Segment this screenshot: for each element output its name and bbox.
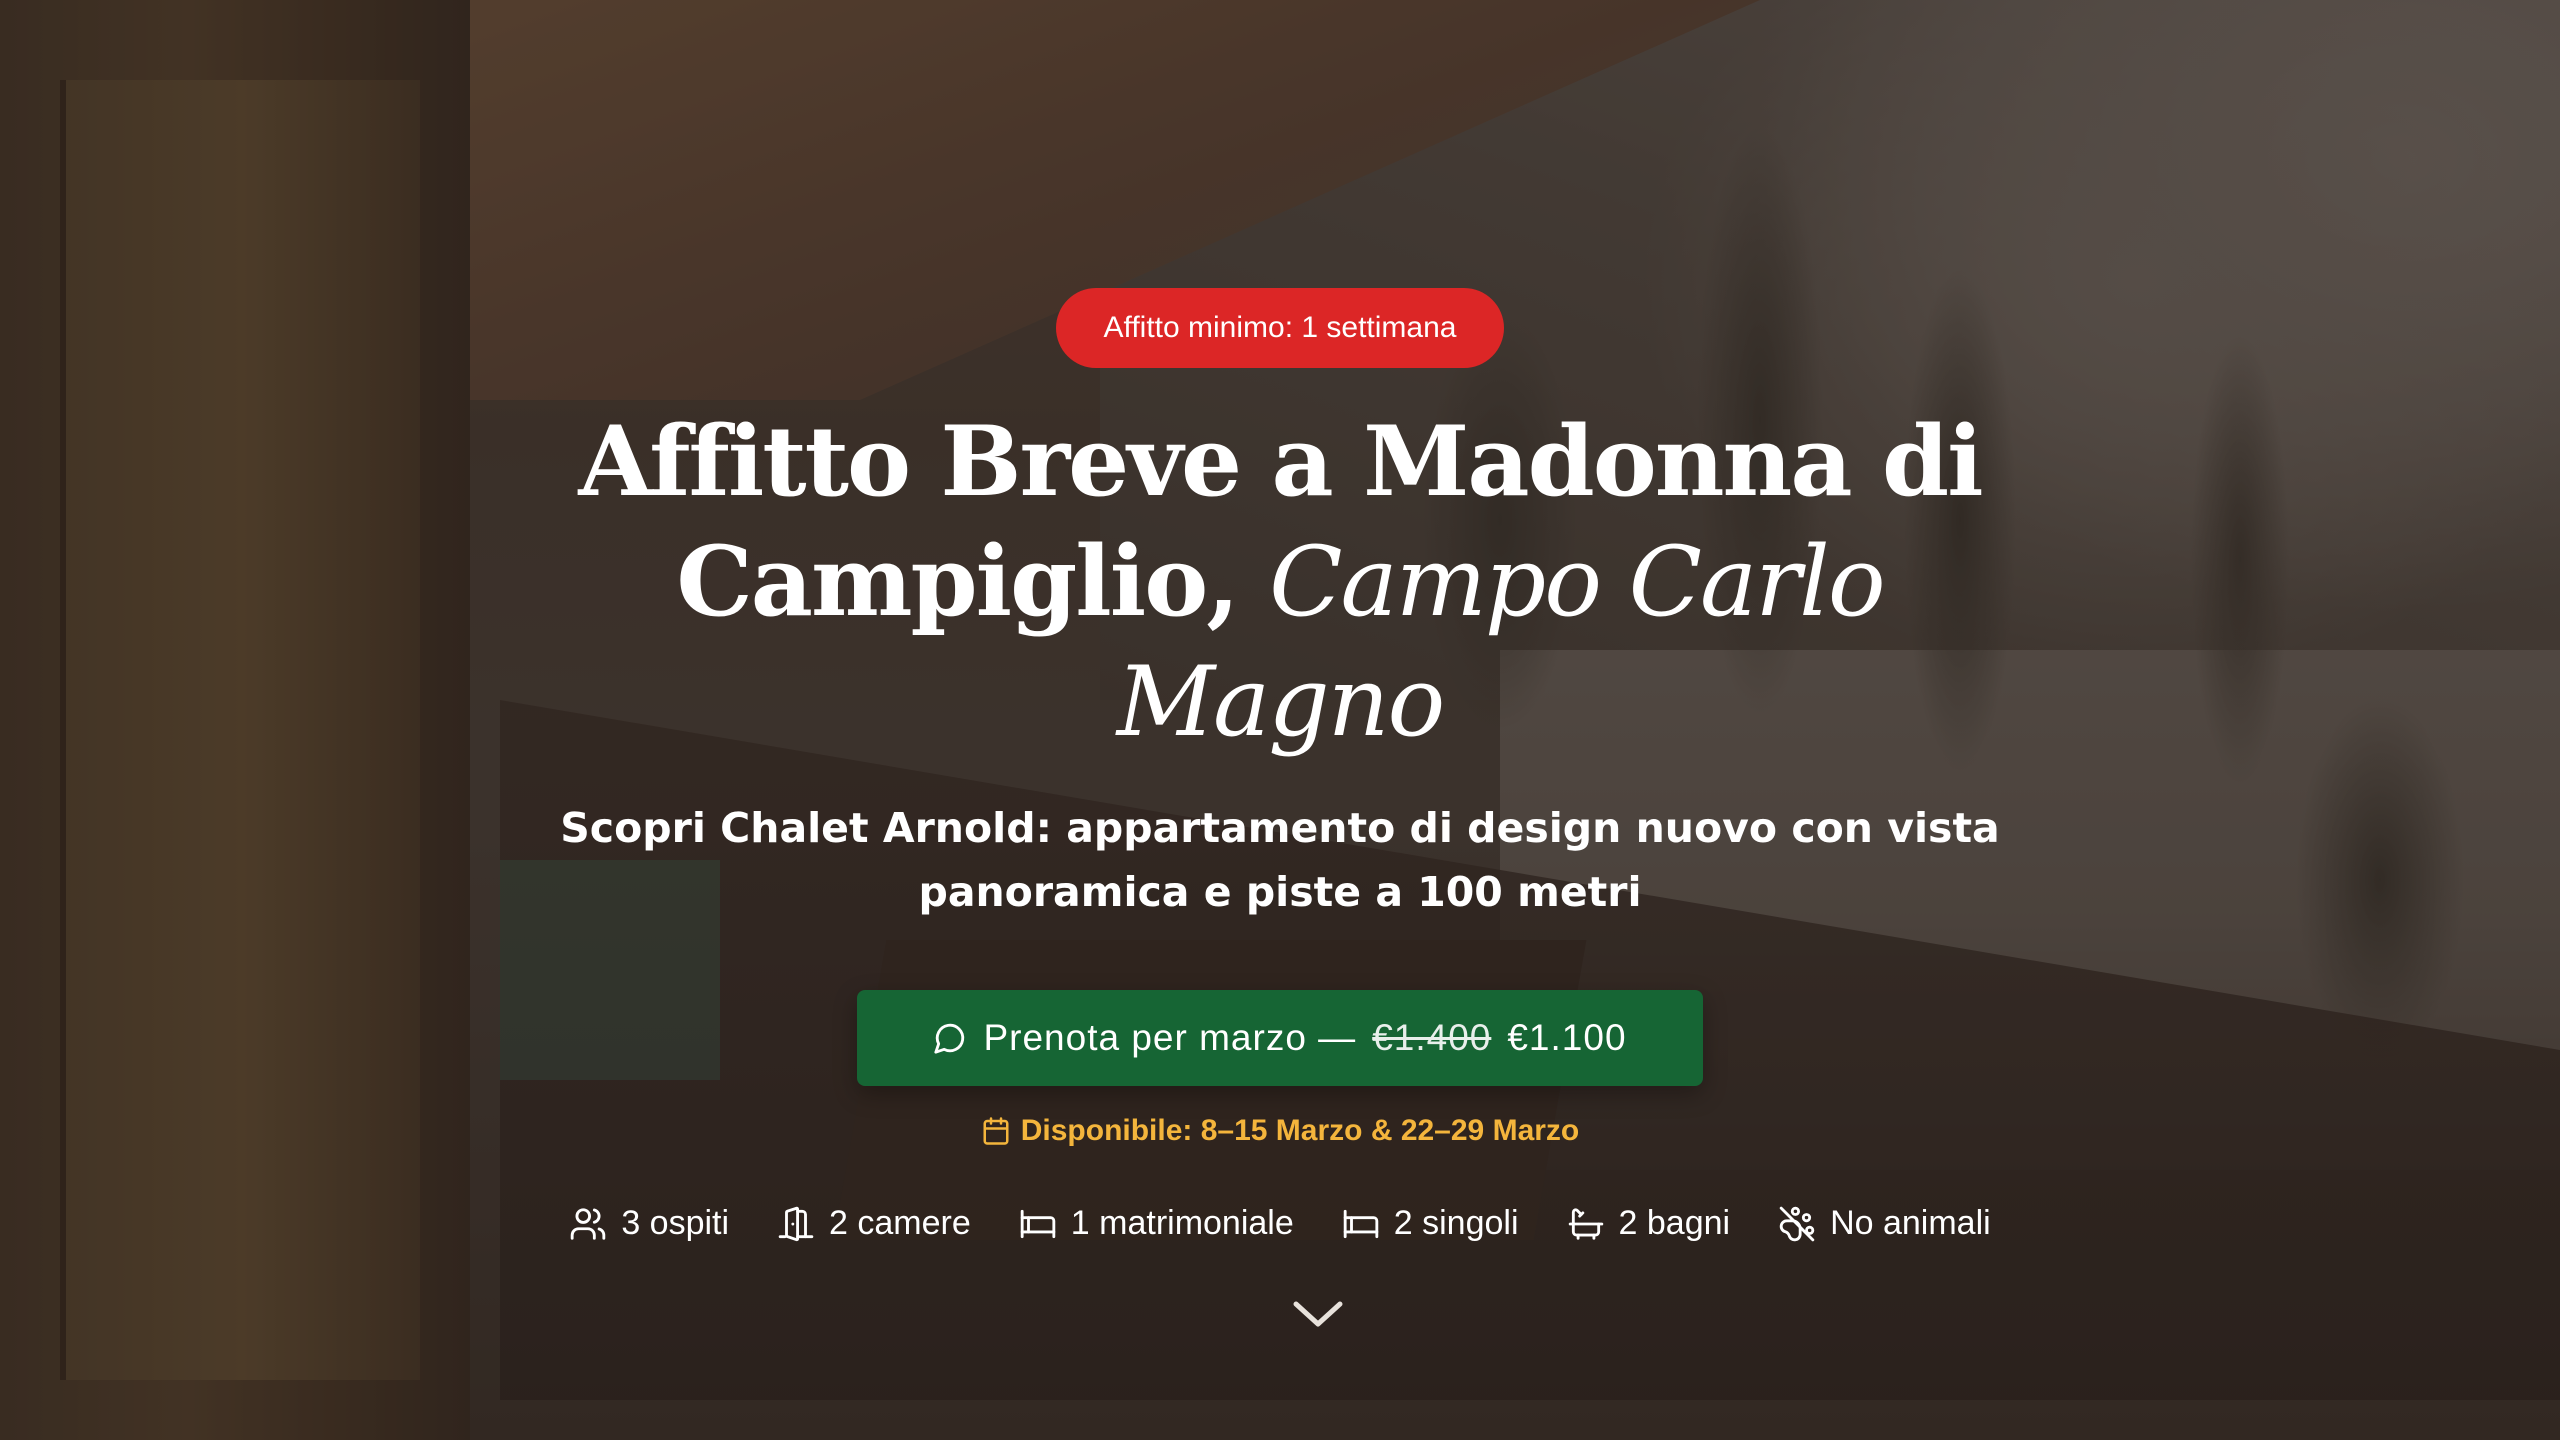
features-list: 3 ospiti 2 camere 1 matrimoniale 2 singo… xyxy=(569,1204,1991,1243)
book-march-button[interactable]: Prenota per marzo — €1.400 €1.100 xyxy=(857,990,1703,1086)
feature-no-pets: No animali xyxy=(1778,1204,1991,1243)
bath-icon xyxy=(1567,1205,1605,1243)
cta-new-price: €1.100 xyxy=(1507,1017,1627,1058)
availability-info: Disponibile: 8–15 Marzo & 22–29 Marzo xyxy=(981,1114,1580,1148)
page-subtitle: Scopri Chalet Arnold: appartamento di de… xyxy=(560,804,2000,916)
feature-single-beds: 2 singoli xyxy=(1342,1204,1519,1243)
cta-old-price: €1.400 xyxy=(1372,1017,1492,1058)
door-icon xyxy=(777,1205,815,1243)
feature-rooms-label: 2 camere xyxy=(829,1204,971,1242)
minimum-stay-badge: Affitto minimo: 1 settimana xyxy=(1055,288,1505,368)
feature-rooms: 2 camere xyxy=(777,1204,971,1243)
feature-double-bed: 1 matrimoniale xyxy=(1019,1204,1294,1243)
feature-bathrooms: 2 bagni xyxy=(1567,1204,1731,1243)
hero-section: Affitto minimo: 1 settimana Affitto Brev… xyxy=(0,0,2560,1440)
feature-no-pets-label: No animali xyxy=(1830,1204,1991,1242)
feature-guests-label: 3 ospiti xyxy=(621,1204,730,1242)
no-pets-icon xyxy=(1778,1205,1816,1243)
cta-label: Prenota per marzo — xyxy=(983,1017,1357,1058)
page-title: Affitto Breve a Madonna di Campiglio, Ca… xyxy=(530,402,2030,762)
calendar-icon xyxy=(981,1116,1011,1146)
feature-single-beds-label: 2 singoli xyxy=(1393,1204,1519,1242)
bed-icon xyxy=(1019,1205,1057,1243)
feature-guests: 3 ospiti xyxy=(569,1204,729,1243)
message-circle-icon xyxy=(933,1021,967,1055)
feature-double-bed-label: 1 matrimoniale xyxy=(1070,1204,1294,1242)
bed-icon xyxy=(1342,1205,1380,1243)
chevron-down-icon xyxy=(1290,1290,1346,1338)
feature-bathrooms-label: 2 bagni xyxy=(1618,1204,1731,1242)
scroll-down-button[interactable] xyxy=(1290,1290,1346,1338)
availability-text: Disponibile: 8–15 Marzo & 22–29 Marzo xyxy=(1020,1114,1580,1147)
users-icon xyxy=(569,1205,607,1243)
